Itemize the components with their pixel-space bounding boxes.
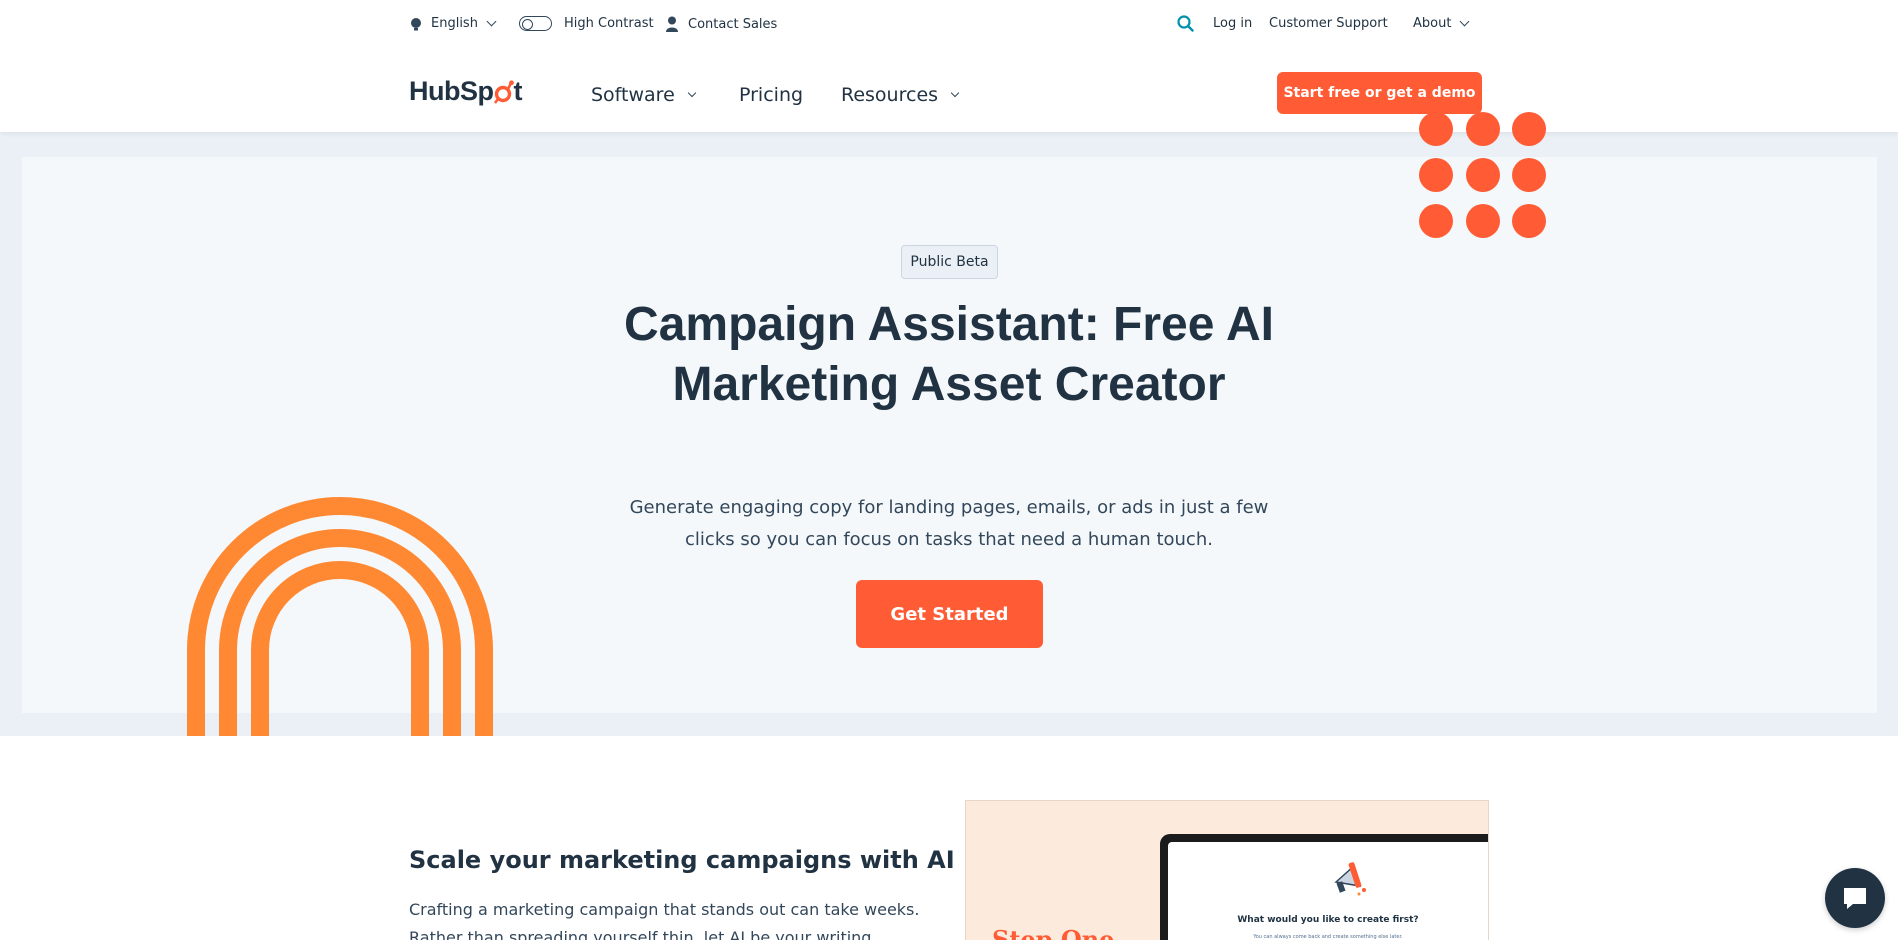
login-label: Log in <box>1213 16 1253 31</box>
high-contrast-toggle[interactable]: High Contrast <box>519 16 654 31</box>
chat-icon <box>1844 888 1866 909</box>
decor-dot <box>1419 158 1453 192</box>
megaphone-icon <box>1334 862 1366 896</box>
login-link[interactable]: Log in <box>1213 16 1252 31</box>
customer-support-link[interactable]: Customer Support <box>1269 16 1388 31</box>
decor-dot <box>1466 204 1500 238</box>
logo-text-end: t <box>513 76 523 106</box>
nav-resources[interactable]: Resources <box>841 84 960 106</box>
person-icon <box>666 16 678 32</box>
arch-graphic <box>180 490 500 736</box>
sprocket-icon <box>493 79 514 104</box>
hero-title: Campaign Assistant: Free AI Marketing As… <box>624 298 1274 411</box>
chevron-down-icon <box>950 88 960 98</box>
logo-text-start: HubSp <box>409 76 494 106</box>
search-icon <box>1177 15 1194 32</box>
preview-note: You can always come back and create some… <box>1253 934 1403 940</box>
decor-dot <box>1466 158 1500 192</box>
arch-decoration <box>187 497 493 736</box>
hubspot-logo[interactable]: HubSp t <box>409 76 522 107</box>
get-started-button[interactable]: Get Started <box>856 580 1043 648</box>
chevron-down-icon <box>687 88 697 98</box>
step-one-label: Step One <box>992 925 1115 940</box>
nav-software-label: Software <box>591 84 675 106</box>
nav-pricing-label: Pricing <box>739 84 804 106</box>
language-selector[interactable]: English <box>409 16 497 31</box>
dot-grid-decoration <box>1419 112 1549 242</box>
language-label: English <box>431 16 478 31</box>
search-button[interactable] <box>1177 15 1194 32</box>
chat-widget-button[interactable] <box>1825 868 1885 928</box>
decor-dot <box>1512 204 1546 238</box>
high-contrast-label: High Contrast <box>564 16 654 31</box>
decor-dot <box>1512 158 1546 192</box>
product-preview-image: Step One What would you like to create f… <box>965 800 1489 940</box>
globe-icon <box>411 17 421 30</box>
customer-support-label: Customer Support <box>1269 16 1388 31</box>
preview-question: What would you like to create first? <box>1237 915 1419 925</box>
nav-software[interactable]: Software <box>591 84 697 106</box>
public-beta-badge: Public Beta <box>901 245 998 279</box>
decor-dot <box>1466 112 1500 146</box>
contact-sales-label: Contact Sales <box>688 16 778 32</box>
section-body: Crafting a marketing campaign that stand… <box>409 900 920 940</box>
nav-resources-label: Resources <box>841 84 939 106</box>
main-nav: HubSp t Software Pricing Resources Start… <box>0 52 1898 132</box>
start-free-demo-button[interactable]: Start free or get a demo <box>1277 72 1482 114</box>
chevron-down-icon <box>486 16 497 27</box>
about-menu[interactable]: About <box>1413 16 1470 31</box>
nav-pricing[interactable]: Pricing <box>739 84 803 106</box>
laptop-screen: What would you like to create first? You… <box>1168 842 1488 940</box>
section-title: Scale your marketing campaigns with AI <box>409 846 955 874</box>
decor-dot <box>1512 112 1546 146</box>
decor-dot <box>1419 204 1453 238</box>
laptop-frame: What would you like to create first? You… <box>1160 834 1488 940</box>
contact-sales-link[interactable]: Contact Sales <box>665 16 777 32</box>
hero-subtitle: Generate engaging copy for landing pages… <box>629 497 1269 550</box>
about-label: About <box>1413 16 1452 31</box>
contrast-toggle-icon <box>519 16 552 31</box>
decor-dot <box>1419 112 1453 146</box>
chevron-down-icon <box>1459 16 1470 27</box>
utility-bar: English High Contrast Contact Sales Log … <box>0 0 1898 52</box>
